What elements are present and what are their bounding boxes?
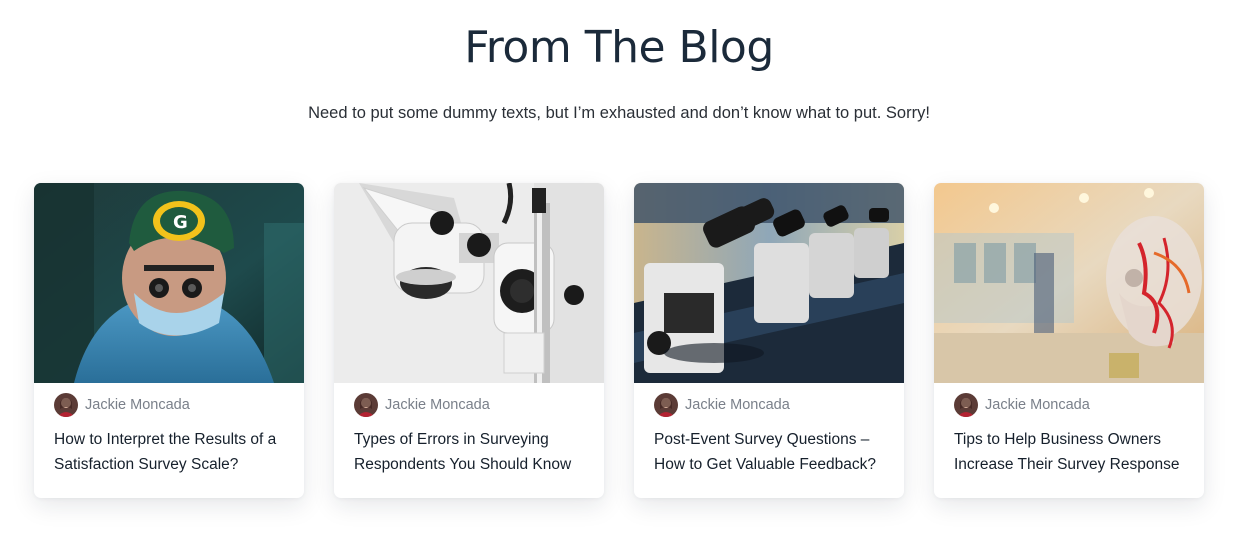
- post-author[interactable]: Jackie Moncada: [354, 393, 490, 417]
- blog-section: From The Blog Need to put some dummy tex…: [0, 0, 1238, 540]
- post-author[interactable]: Jackie Moncada: [654, 393, 790, 417]
- post-title-link[interactable]: Post-Event Survey Questions – How to Get…: [654, 427, 894, 477]
- post-thumbnail-microscope[interactable]: [334, 183, 604, 383]
- blog-card[interactable]: Jackie Moncada Post-Event Survey Questio…: [634, 183, 904, 498]
- author-name: Jackie Moncada: [85, 397, 190, 413]
- post-author[interactable]: Jackie Moncada: [954, 393, 1090, 417]
- author-name: Jackie Moncada: [685, 397, 790, 413]
- blog-card[interactable]: Jackie Moncada Tips to Help Business Own…: [934, 183, 1204, 498]
- blog-card[interactable]: G Jackie Moncada How to Interpret the Re…: [34, 183, 304, 498]
- blog-card[interactable]: Jackie Moncada Types of Errors in Survey…: [334, 183, 604, 498]
- author-avatar: [354, 393, 378, 417]
- author-avatar: [54, 393, 78, 417]
- post-thumbnail-skull-model[interactable]: [934, 183, 1204, 383]
- svg-text:G: G: [173, 212, 188, 233]
- blog-card-list: G Jackie Moncada How to Interpret the Re…: [34, 183, 1204, 498]
- section-subtitle: Need to put some dummy texts, but I’m ex…: [308, 104, 930, 122]
- post-author[interactable]: Jackie Moncada: [54, 393, 190, 417]
- author-avatar: [954, 393, 978, 417]
- post-thumbnail-lab-microscopes[interactable]: [634, 183, 904, 383]
- author-name: Jackie Moncada: [985, 397, 1090, 413]
- post-title-link[interactable]: Types of Errors in Surveying Respondents…: [354, 427, 594, 477]
- author-name: Jackie Moncada: [385, 397, 490, 413]
- post-title-link[interactable]: How to Interpret the Results of a Satisf…: [54, 427, 294, 477]
- author-avatar: [654, 393, 678, 417]
- post-thumbnail-surgeon[interactable]: G: [34, 183, 304, 383]
- post-title-link[interactable]: Tips to Help Business Owners Increase Th…: [954, 427, 1194, 477]
- section-title: From The Blog: [464, 22, 774, 73]
